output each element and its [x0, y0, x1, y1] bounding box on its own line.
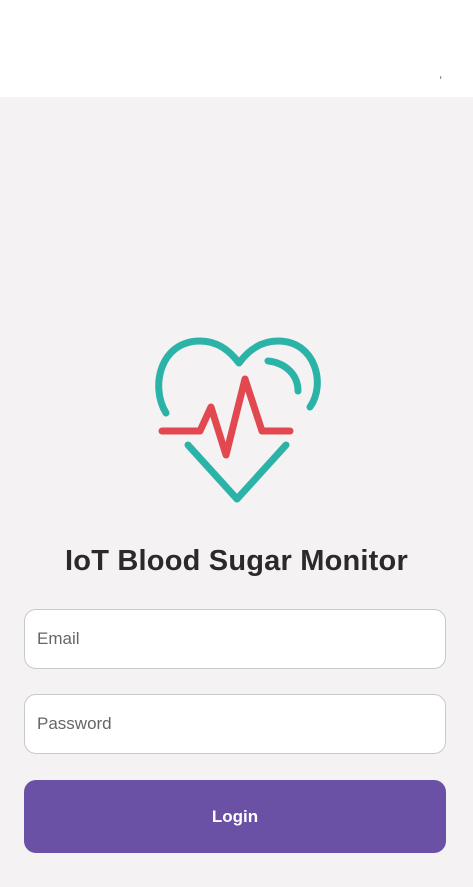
login-button[interactable]: Login: [24, 780, 446, 853]
password-field[interactable]: [24, 694, 446, 754]
email-field[interactable]: [24, 609, 446, 669]
status-bar: ʼ: [0, 0, 473, 97]
heart-pulse-icon: [150, 333, 328, 511]
app-title: IoT Blood Sugar Monitor: [65, 545, 408, 577]
status-indicator: ʼ: [439, 74, 442, 88]
